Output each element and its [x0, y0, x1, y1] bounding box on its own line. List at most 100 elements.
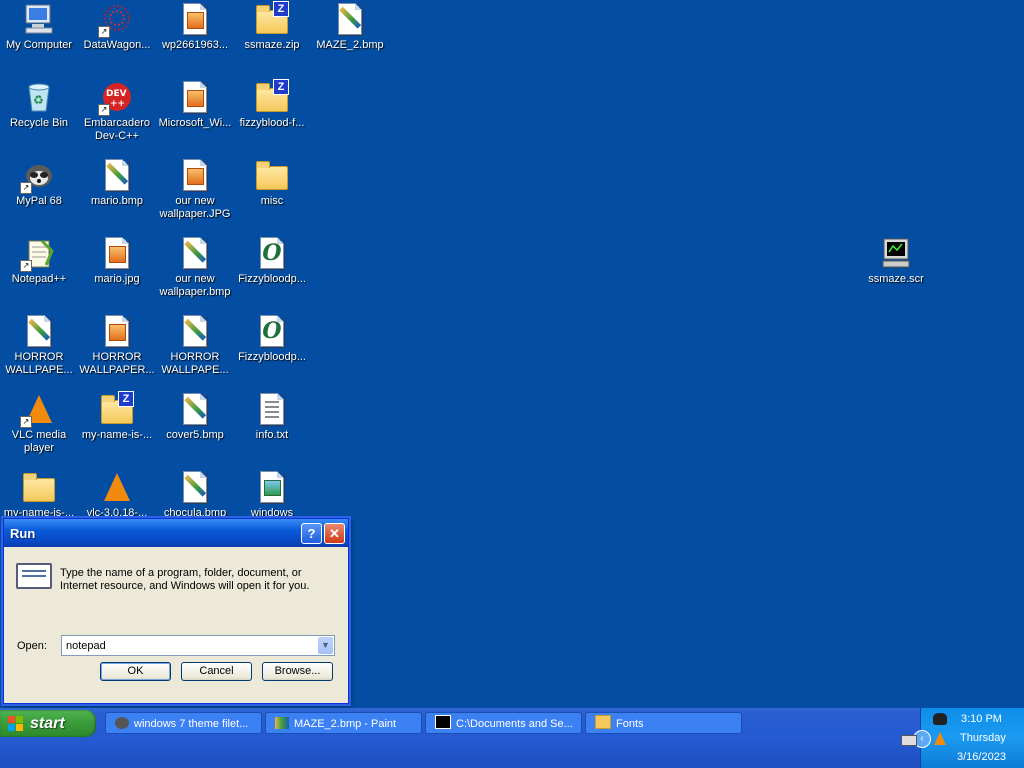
- raccoon-icon[interactable]: [933, 713, 947, 725]
- desktop-icon-ssmaze-zip[interactable]: Z ssmaze.zip: [233, 1, 311, 52]
- folder-icon: [255, 158, 289, 192]
- shortcut-arrow-icon: ↗: [98, 104, 110, 116]
- help-button[interactable]: ?: [301, 523, 322, 544]
- taskbar-item-fonts[interactable]: Fonts: [585, 712, 742, 734]
- desktop-icon-ssmaze-scr[interactable]: ssmaze.scr: [857, 236, 935, 286]
- close-button[interactable]: ✕: [324, 523, 345, 544]
- zip-folder-icon: Z: [100, 391, 134, 426]
- taskbar-item-label: windows 7 theme filet...: [134, 718, 249, 730]
- taskbar-item-theme[interactable]: windows 7 theme filet...: [105, 712, 262, 734]
- taskbar-item-label: C:\Documents and Se...: [456, 718, 573, 730]
- text-file-icon: [255, 392, 289, 426]
- run-description: Type the name of a program, folder, docu…: [60, 567, 310, 592]
- vlc-cone-icon: ↗: [20, 392, 56, 428]
- system-tray: ‹ 3:10 PM Thursday 3/16/2023: [901, 708, 1024, 768]
- image-file-icon: [178, 80, 212, 114]
- image-file-icon: [100, 314, 134, 348]
- bitmap-file-icon: [100, 158, 134, 192]
- clock-time[interactable]: 3:10 PM: [961, 713, 1002, 725]
- folder-icon: [595, 715, 611, 729]
- desktop-icon-fizzybloodp-1[interactable]: O Fizzybloodp...: [233, 236, 311, 286]
- bitmap-file-icon: [178, 470, 212, 504]
- desktop-icon-info-txt[interactable]: info.txt: [233, 392, 311, 442]
- dev-cpp-icon: DEV ++ ↗: [98, 80, 134, 116]
- desktop-icon-wallpaper-jpg[interactable]: our new wallpaper.JPG: [156, 158, 234, 221]
- notepad-plus-plus-icon: ↗: [20, 236, 56, 272]
- desktop-icon-my-name-folder[interactable]: my-name-is-...: [0, 470, 78, 520]
- desktop-icon-my-computer[interactable]: My Computer: [0, 2, 78, 52]
- taskbar-item-paint[interactable]: MAZE_2.bmp - Paint: [265, 712, 422, 734]
- paint-icon: [275, 717, 289, 729]
- recycle-bin-icon: ♻: [22, 80, 56, 114]
- desktop-icon-vlc-installer[interactable]: vlc-3.0.18-...: [78, 470, 156, 520]
- desktop-icon-recycle-bin[interactable]: ♻ Recycle Bin: [0, 80, 78, 130]
- open-input[interactable]: [62, 636, 312, 655]
- bitmap-file-icon: [178, 236, 212, 270]
- run-program-icon: [16, 563, 52, 589]
- desktop-icon-mario-bmp[interactable]: mario.bmp: [78, 158, 156, 208]
- command-prompt-icon: [435, 715, 451, 729]
- keyboard-icon[interactable]: [901, 735, 917, 746]
- desktop-icon-horror-wallpaper-3[interactable]: HORROR WALLPAPE...: [156, 314, 234, 377]
- desktop-icon-wallpaper-bmp[interactable]: our new wallpaper.bmp: [156, 236, 234, 299]
- shortcut-arrow-icon: ↗: [20, 416, 32, 428]
- screensaver-icon: [879, 236, 913, 270]
- desktop-icon-my-name-zip[interactable]: Z my-name-is-...: [78, 391, 156, 442]
- svg-text:++: ++: [110, 99, 125, 109]
- desktop-icon-dev-cpp[interactable]: DEV ++ ↗ Embarcadero Dev-C++: [78, 80, 156, 143]
- run-dialog: Run ? ✕ Type the name of a program, fold…: [3, 518, 349, 704]
- desktop-icon-maze2-bmp[interactable]: MAZE_2.bmp: [311, 2, 389, 52]
- desktop-icon-wp-image[interactable]: wp2661963...: [156, 2, 234, 52]
- folder-icon: [22, 470, 56, 504]
- cancel-button[interactable]: Cancel: [181, 662, 252, 681]
- desktop-icon-notepadpp[interactable]: ↗ Notepad++: [0, 236, 78, 286]
- desktop-icon-microsoft-wi[interactable]: Microsoft_Wi...: [156, 80, 234, 130]
- raccoon-icon: ↗: [20, 158, 56, 194]
- desktop-icon-mario-jpg[interactable]: mario.jpg: [78, 236, 156, 286]
- browse-button[interactable]: Browse...: [262, 662, 333, 681]
- taskbar-item-cmd[interactable]: C:\Documents and Se...: [425, 712, 582, 734]
- opera-file-icon: O: [255, 314, 289, 348]
- clock-day: Thursday: [960, 732, 1006, 744]
- datawagon-icon: ↗: [98, 2, 134, 38]
- taskbar-item-label: Fonts: [616, 718, 644, 730]
- image-file-icon: [178, 2, 212, 36]
- svg-text:DEV: DEV: [106, 89, 127, 99]
- desktop-icon-windows[interactable]: windows: [233, 470, 311, 520]
- opera-file-icon: O: [255, 236, 289, 270]
- windows-logo-icon: [8, 716, 23, 731]
- desktop-icon-horror-wallpaper-1[interactable]: HORROR WALLPAPE...: [0, 314, 78, 377]
- run-dialog-title: Run: [10, 526, 36, 541]
- shortcut-arrow-icon: ↗: [20, 260, 32, 272]
- zip-folder-icon: Z: [255, 1, 289, 36]
- svg-text:♻: ♻: [33, 93, 44, 107]
- image-file-icon: [178, 158, 212, 192]
- ok-button[interactable]: OK: [100, 662, 171, 681]
- start-label: start: [30, 715, 65, 732]
- my-computer-icon: [22, 2, 56, 36]
- bitmap-file-icon: [178, 314, 212, 348]
- picture-file-icon: [255, 470, 289, 504]
- zip-folder-icon: Z: [255, 79, 289, 114]
- raccoon-icon: [115, 717, 129, 729]
- run-dialog-titlebar[interactable]: Run ? ✕: [4, 519, 348, 547]
- open-combobox[interactable]: ▼: [61, 635, 335, 656]
- start-button[interactable]: start: [0, 710, 96, 737]
- desktop-icon-fizzybloodp-2[interactable]: O Fizzybloodp...: [233, 314, 311, 364]
- desktop-icon-chocula[interactable]: chocula.bmp: [156, 470, 234, 520]
- desktop-icon-misc[interactable]: misc: [233, 158, 311, 208]
- bitmap-file-icon: [333, 2, 367, 36]
- desktop-icon-datawagon[interactable]: ↗ DataWagon...: [78, 2, 156, 52]
- desktop-icon-horror-wallpaper-2[interactable]: HORROR WALLPAPER...: [78, 314, 156, 377]
- chevron-down-icon[interactable]: ▼: [318, 637, 333, 654]
- shortcut-arrow-icon: ↗: [98, 26, 110, 38]
- clock-date: 3/16/2023: [957, 751, 1006, 763]
- bitmap-file-icon: [22, 314, 56, 348]
- image-file-icon: [100, 236, 134, 270]
- desktop-icon-fizzyblood-zip[interactable]: Z fizzyblood-f...: [233, 79, 311, 130]
- vlc-cone-icon[interactable]: [934, 732, 946, 745]
- desktop-icon-vlc[interactable]: ↗ VLC media player: [0, 392, 78, 455]
- bitmap-file-icon: [178, 392, 212, 426]
- desktop-icon-mypal[interactable]: ↗ MyPal 68: [0, 158, 78, 208]
- desktop-icon-cover5[interactable]: cover5.bmp: [156, 392, 234, 442]
